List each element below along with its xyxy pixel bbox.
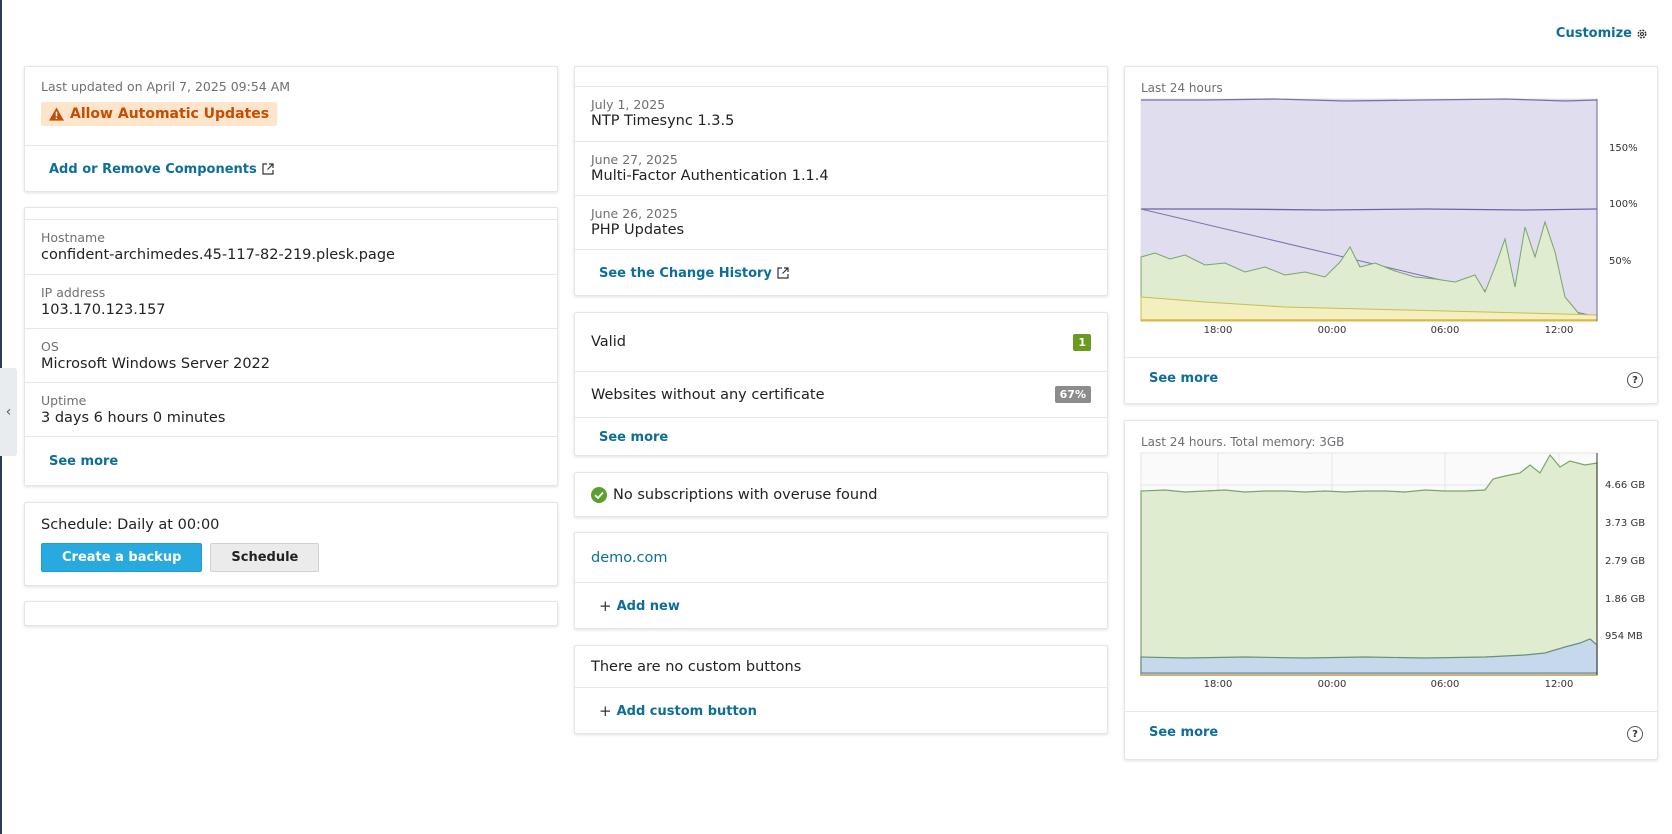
components-link-label: Add or Remove Components: [49, 161, 257, 177]
cpu-x-tick: 00:00: [1318, 325, 1347, 336]
add-custom-button-label: Add custom button: [616, 703, 757, 719]
memory-chart-card: Last 24 hours. Total memory: 3GB 4.66 GB…: [1124, 420, 1658, 760]
memory-chart: 4.66 GB 3.73 GB 2.79 GB 1.86 GB 954 MB 1…: [1140, 452, 1645, 690]
sidebar-collapse-toggle[interactable]: ‹: [0, 368, 17, 456]
external-link-icon: [777, 267, 789, 279]
certificate-label: Valid: [591, 334, 626, 350]
change-item: June 26, 2025 PHP Updates: [575, 195, 1107, 249]
chevron-left-icon: ‹: [5, 404, 12, 420]
add-new-label: Add new: [616, 598, 680, 614]
certificate-count-badge: 1: [1073, 333, 1091, 351]
change-history-card: July 1, 2025 NTP Timesync 1.3.5 June 27,…: [574, 66, 1108, 296]
domains-card: demo.com + Add new: [574, 532, 1108, 629]
ssl-certificates-card: Valid 1 Websites without any certificate…: [574, 312, 1108, 456]
schedule-button[interactable]: Schedule: [210, 543, 320, 572]
memory-x-tick: 06:00: [1431, 679, 1460, 690]
memory-y-tick: 3.73 GB: [1605, 518, 1645, 529]
change-item: July 1, 2025 NTP Timesync 1.3.5: [575, 87, 1107, 141]
uptime-value: 3 days 6 hours 0 minutes: [41, 410, 226, 426]
add-new-domain-link[interactable]: + Add new: [599, 597, 680, 615]
cpu-chart: 150% 100% 50% 18:00 00:00 06:00 12:00: [1140, 98, 1638, 336]
customize-label: Customize: [1555, 26, 1632, 41]
change-item: June 27, 2025 Multi-Factor Authenticatio…: [575, 141, 1107, 195]
hostname-value: confident-archimedes.45-117-82-219.plesk…: [41, 247, 395, 263]
help-icon[interactable]: ?: [1627, 372, 1643, 388]
customize-button[interactable]: Customize: [1556, 26, 1648, 41]
change-history-label: See the Change History: [599, 265, 772, 281]
cpu-x-tick: 06:00: [1431, 325, 1460, 336]
external-link-icon: [262, 163, 274, 175]
change-date: June 26, 2025: [591, 206, 678, 221]
domain-link[interactable]: demo.com: [591, 550, 667, 566]
custom-buttons-card: There are no custom buttons + Add custom…: [574, 645, 1108, 734]
warning-label: Allow Automatic Updates: [70, 106, 270, 122]
no-custom-buttons-text: There are no custom buttons: [591, 658, 802, 675]
change-date: July 1, 2025: [591, 97, 666, 112]
server-info-card: Hostname confident-archimedes.45-117-82-…: [24, 207, 558, 486]
plus-icon: +: [599, 702, 612, 720]
os-value: Microsoft Windows Server 2022: [41, 356, 270, 372]
cpu-see-more-link[interactable]: See more: [1149, 371, 1218, 386]
last-updated-text: Last updated on April 7, 2025 09:54 AM: [41, 79, 291, 94]
certificate-row[interactable]: Valid 1: [575, 313, 1107, 371]
certificate-percent-badge: 67%: [1054, 386, 1091, 403]
empty-card: [24, 601, 558, 626]
memory-see-more-link[interactable]: See more: [1149, 725, 1218, 740]
change-history-link[interactable]: See the Change History: [599, 266, 789, 281]
plus-icon: +: [599, 597, 612, 615]
memory-x-tick: 00:00: [1318, 679, 1347, 690]
memory-x-tick: 12:00: [1545, 679, 1574, 690]
cpu-chart-card: Last 24 hours 150% 100% 50% 18:00 00:00 …: [1124, 66, 1658, 404]
ip-address-value: 103.170.123.157: [41, 302, 166, 318]
certificate-row[interactable]: Websites without any certificate 67%: [575, 371, 1107, 417]
memory-y-tick: 4.66 GB: [1605, 480, 1645, 491]
help-icon[interactable]: ?: [1627, 726, 1643, 742]
certificates-see-more-link[interactable]: See more: [599, 430, 668, 445]
check-circle-icon: [591, 486, 607, 503]
cpu-x-tick: 12:00: [1545, 325, 1574, 336]
memory-y-tick: 2.79 GB: [1605, 556, 1645, 567]
change-date: June 27, 2025: [591, 152, 678, 167]
allow-automatic-updates-warning[interactable]: Allow Automatic Updates: [41, 102, 278, 126]
ip-address-label: IP address: [41, 285, 106, 300]
hostname-label: Hostname: [41, 230, 105, 245]
memory-x-tick: 18:00: [1204, 679, 1233, 690]
gear-icon: [1637, 29, 1647, 38]
change-title: PHP Updates: [591, 222, 685, 238]
change-title: NTP Timesync 1.3.5: [591, 113, 735, 129]
memory-y-tick: 954 MB: [1605, 631, 1643, 642]
warning-icon: [49, 107, 64, 121]
cpu-y-tick: 150%: [1609, 143, 1638, 154]
add-remove-components-link[interactable]: Add or Remove Components: [49, 162, 274, 177]
server-see-more-link[interactable]: See more: [49, 454, 118, 469]
change-title: Multi-Factor Authentication 1.1.4: [591, 168, 829, 184]
certificate-label: Websites without any certificate: [591, 386, 825, 403]
backup-card: Schedule: Daily at 00:00 Create a backup…: [24, 502, 558, 586]
overuse-card: No subscriptions with overuse found: [574, 472, 1108, 517]
create-backup-button[interactable]: Create a backup: [41, 543, 203, 572]
uptime-label: Uptime: [41, 393, 87, 408]
overuse-text: No subscriptions with overuse found: [613, 486, 878, 503]
cpu-x-tick: 18:00: [1204, 325, 1233, 336]
add-custom-button-link[interactable]: + Add custom button: [599, 702, 757, 720]
backup-schedule-text: Schedule: Daily at 00:00: [41, 517, 220, 533]
os-label: OS: [41, 339, 59, 354]
updates-card: Last updated on April 7, 2025 09:54 AM A…: [24, 66, 558, 192]
cpu-y-tick: 50%: [1609, 256, 1631, 267]
memory-y-tick: 1.86 GB: [1605, 594, 1645, 605]
cpu-y-tick: 100%: [1609, 199, 1638, 210]
